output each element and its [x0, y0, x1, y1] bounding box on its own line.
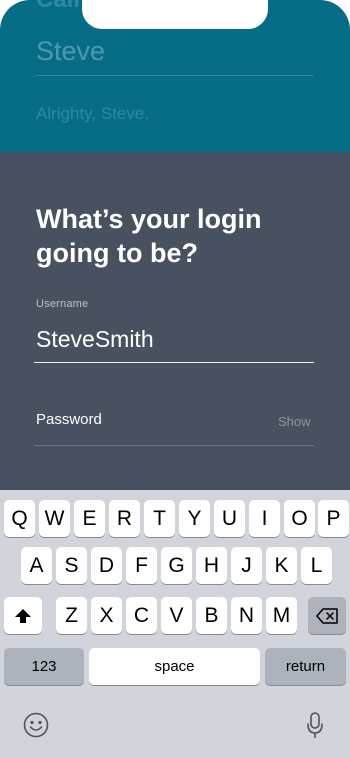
key-a[interactable]: A	[21, 547, 52, 584]
numbers-key[interactable]: 123	[4, 648, 84, 685]
microphone-icon[interactable]	[306, 712, 324, 745]
key-q[interactable]: Q	[4, 500, 35, 537]
space-key[interactable]: space	[89, 648, 260, 685]
name-underline	[36, 75, 314, 76]
login-heading: What’s your login going to be?	[36, 204, 262, 268]
key-x[interactable]: X	[91, 597, 122, 634]
key-t[interactable]: T	[144, 500, 175, 537]
shift-key[interactable]	[4, 597, 42, 634]
key-g[interactable]: G	[161, 547, 192, 584]
greeting-text: Alrighty, Steve.	[36, 104, 150, 123]
key-m[interactable]: M	[266, 597, 297, 634]
key-o[interactable]: O	[284, 500, 315, 537]
key-k[interactable]: K	[266, 547, 297, 584]
username-underline	[34, 362, 314, 363]
section-title: Call	[36, 0, 80, 14]
key-y[interactable]: Y	[179, 500, 210, 537]
key-j[interactable]: J	[231, 547, 262, 584]
key-d[interactable]: D	[91, 547, 122, 584]
key-s[interactable]: S	[56, 547, 87, 584]
key-e[interactable]: E	[74, 500, 105, 537]
key-u[interactable]: U	[214, 500, 245, 537]
show-password-toggle[interactable]: Show	[278, 414, 311, 429]
emoji-icon[interactable]	[23, 712, 49, 743]
key-p[interactable]: P	[318, 500, 349, 537]
shift-icon	[15, 608, 31, 623]
key-w[interactable]: W	[39, 500, 70, 537]
delete-icon	[316, 607, 338, 624]
key-f[interactable]: F	[126, 547, 157, 584]
name-field[interactable]: Steve	[36, 36, 105, 67]
key-z[interactable]: Z	[56, 597, 87, 634]
key-h[interactable]: H	[196, 547, 227, 584]
key-r[interactable]: R	[109, 500, 140, 537]
delete-key[interactable]	[308, 597, 346, 634]
username-label: Username	[36, 298, 89, 310]
key-b[interactable]: B	[196, 597, 227, 634]
key-i[interactable]: I	[249, 500, 280, 537]
username-input[interactable]	[34, 320, 314, 358]
app-screen: Call Steve Alrighty, Steve. What’s your …	[0, 0, 350, 758]
password-underline	[34, 445, 314, 446]
return-key[interactable]: return	[265, 648, 346, 685]
key-n[interactable]: N	[231, 597, 262, 634]
key-v[interactable]: V	[161, 597, 192, 634]
device-notch	[82, 0, 268, 29]
keyboard: Q W E R T Y U I O P A S D F G H J K L Z …	[0, 490, 350, 758]
key-l[interactable]: L	[301, 547, 332, 584]
key-c[interactable]: C	[126, 597, 157, 634]
password-input[interactable]	[34, 406, 264, 432]
login-section: What’s your login going to be? Username …	[0, 152, 350, 492]
